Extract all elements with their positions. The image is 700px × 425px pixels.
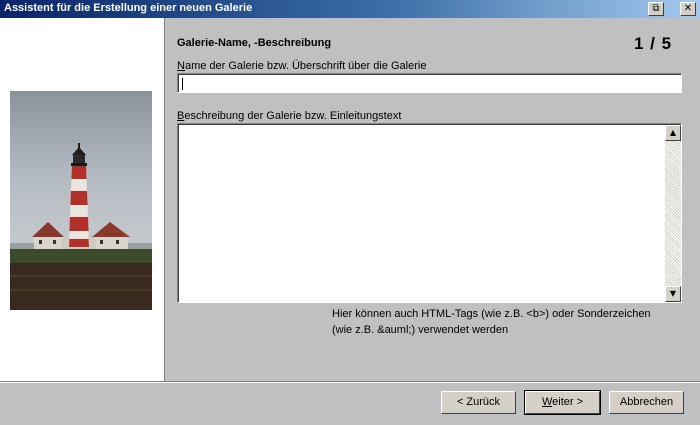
gallery-description-label-text: eschreibung der Galerie bzw. Einleitungs…	[184, 110, 402, 122]
gallery-name-label: Name der Galerie bzw. Überschrift über d…	[177, 60, 426, 72]
step-heading: Galerie-Name, -Beschreibung	[177, 37, 332, 49]
lighthouse-image	[10, 91, 152, 310]
title-bar[interactable]: Assistent für die Erstellung einer neuen…	[0, 0, 700, 18]
gallery-description-label: Beschreibung der Galerie bzw. Einleitung…	[177, 110, 401, 122]
next-button[interactable]: Weiter >	[524, 390, 601, 415]
html-hint-line-2: (wie z.B. &auml;) verwendet werden	[332, 324, 509, 336]
step-counter: 1 / 5	[634, 34, 673, 53]
gallery-name-input[interactable]	[177, 73, 682, 93]
text-caret	[182, 78, 183, 90]
gallery-name-label-text: ame der Galerie bzw. Überschrift über di…	[184, 60, 427, 72]
scroll-down-icon[interactable]: ▼	[665, 286, 681, 302]
wizard-side-panel	[0, 18, 165, 382]
gallery-description-textarea-inner: ▲ ▼	[178, 124, 681, 302]
cancel-button[interactable]: Abbrechen	[609, 391, 684, 414]
gallery-description-textarea[interactable]: ▲ ▼	[177, 123, 682, 303]
gallery-name-input-inner	[178, 74, 681, 92]
html-hint-line-1: Hier können auch HTML-Tags (wie z.B. <b>…	[332, 308, 651, 320]
window-title: Assistent für die Erstellung einer neuen…	[4, 2, 253, 14]
next-button-label: eiter >	[552, 396, 584, 408]
footer-separator	[0, 381, 700, 383]
next-button-accesskey: W	[541, 396, 553, 408]
description-scrollbar[interactable]: ▲ ▼	[665, 125, 681, 302]
wizard-window: Assistent für die Erstellung einer neuen…	[0, 0, 700, 425]
html-hint-text: Hier können auch HTML-Tags (wie z.B. <b>…	[332, 306, 651, 338]
back-button[interactable]: < Zurück	[441, 391, 516, 414]
restore-icon[interactable]: ⧉	[648, 2, 664, 16]
close-icon[interactable]: ✕	[680, 2, 696, 16]
gallery-name-label-accesskey: N	[177, 60, 185, 72]
scroll-up-icon[interactable]: ▲	[665, 125, 681, 141]
